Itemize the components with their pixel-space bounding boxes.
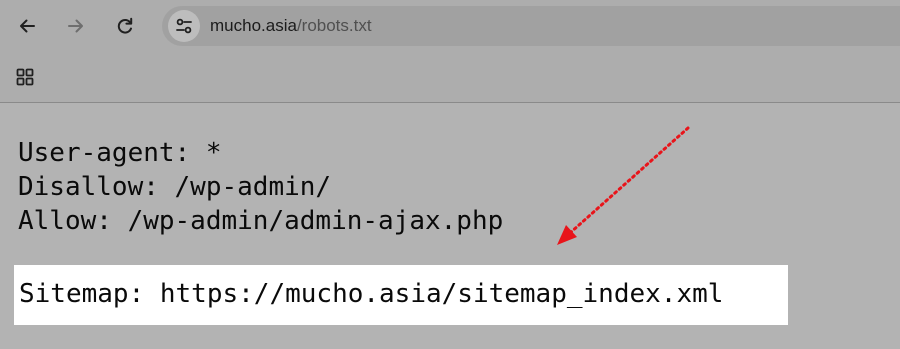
tune-icon: [176, 18, 192, 34]
sitemap-highlight-box: Sitemap: https://mucho.asia/sitemap_inde…: [14, 265, 788, 325]
back-button[interactable]: [10, 9, 44, 43]
address-bar[interactable]: mucho.asia/robots.txt: [162, 6, 900, 46]
robots-line-user-agent: User-agent: *: [18, 138, 222, 168]
robots-line-allow: Allow: /wp-admin/admin-ajax.php: [18, 206, 504, 236]
url-text[interactable]: mucho.asia/robots.txt: [210, 16, 372, 36]
url-host: mucho.asia: [210, 16, 297, 35]
arrow-left-icon: [20, 19, 35, 33]
site-info-button[interactable]: [168, 10, 200, 42]
reload-button[interactable]: [108, 9, 142, 43]
robots-line-sitemap: Sitemap: https://mucho.asia/sitemap_inde…: [19, 279, 724, 309]
arrow-right-icon: [68, 19, 83, 33]
page-content: User-agent: * Disallow: /wp-admin/ Allow…: [0, 103, 900, 349]
apps-grid-icon: [16, 68, 34, 86]
forward-button[interactable]: [59, 9, 93, 43]
robots-line-disallow: Disallow: /wp-admin/: [18, 172, 332, 202]
apps-button[interactable]: [12, 64, 38, 90]
url-path: /robots.txt: [296, 16, 372, 35]
reload-icon: [117, 17, 133, 34]
browser-toolbar: mucho.asia/robots.txt: [0, 0, 900, 52]
bookmarks-bar: [0, 52, 900, 102]
